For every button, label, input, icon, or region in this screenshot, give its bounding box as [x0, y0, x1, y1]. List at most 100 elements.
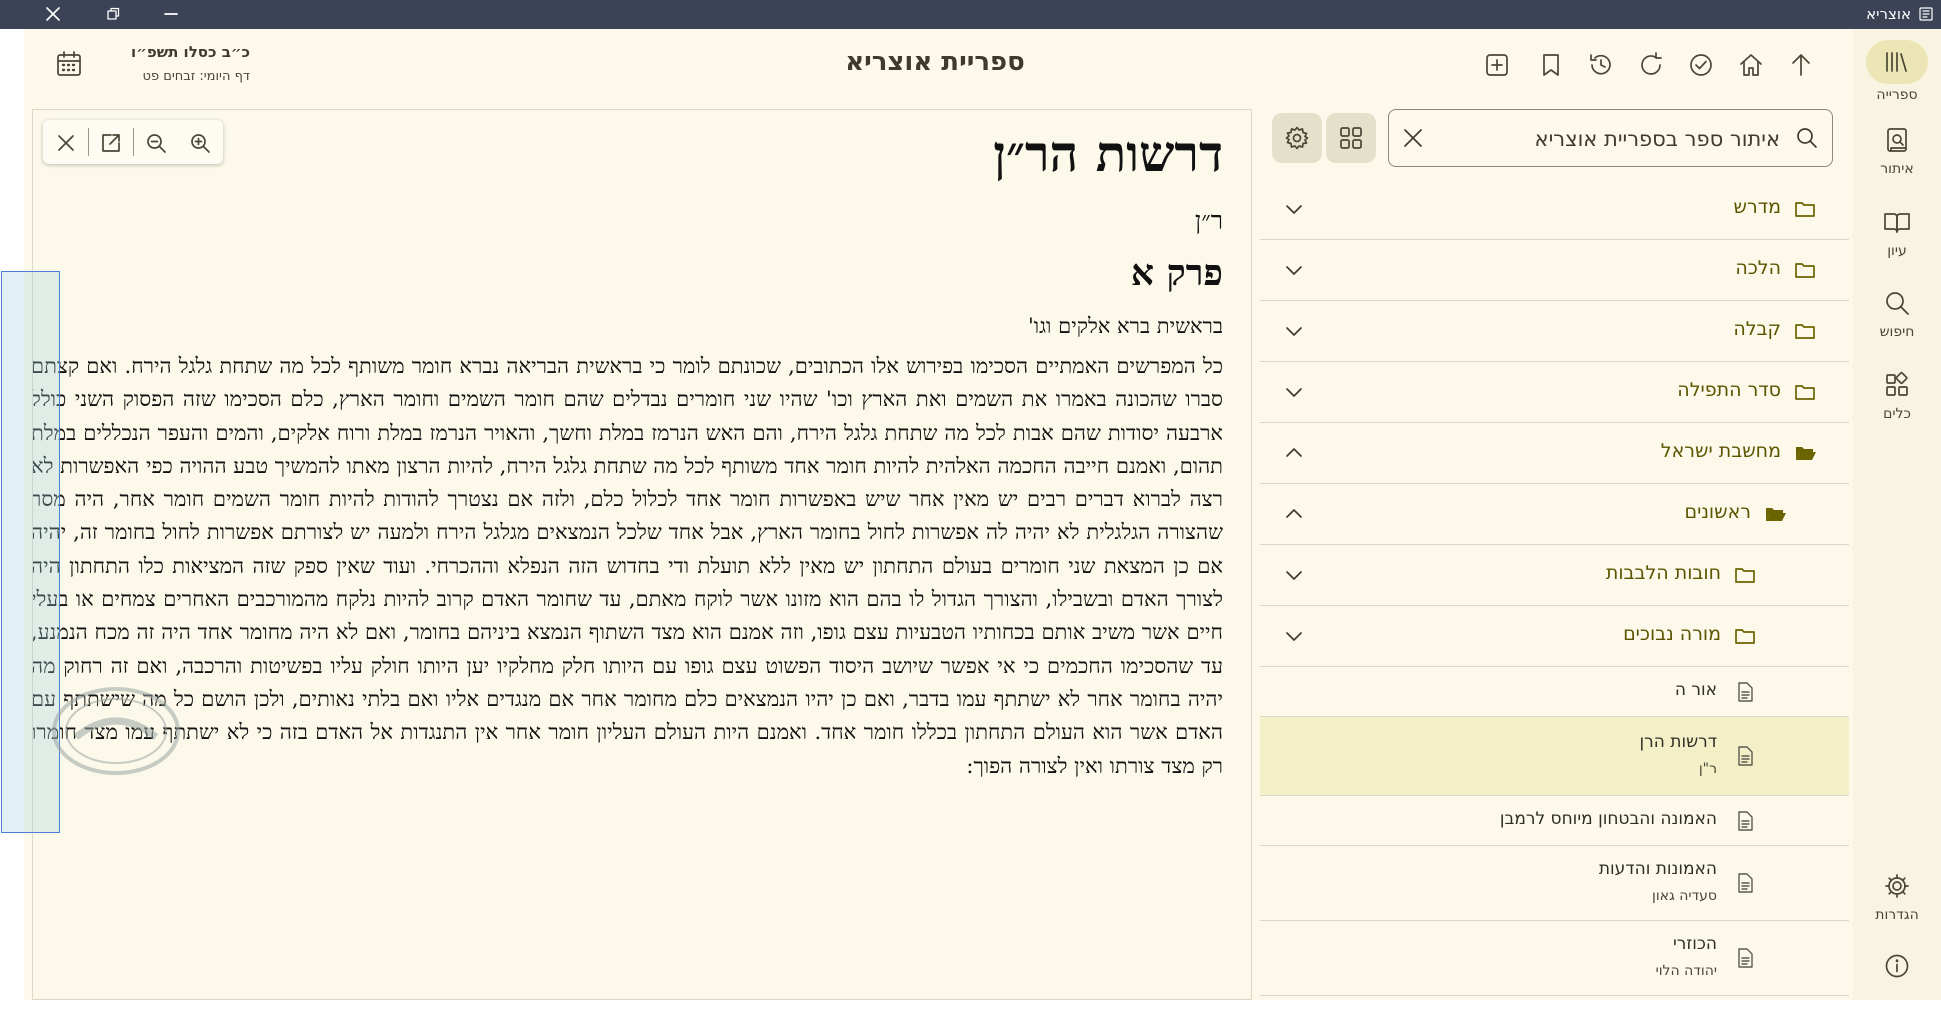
rail-label: עיון	[1887, 243, 1907, 259]
rail-label: הגדרות	[1875, 907, 1919, 923]
restore-icon[interactable]	[104, 5, 122, 23]
category-label: הלכה	[1735, 257, 1781, 279]
check-circle-icon[interactable]	[1686, 50, 1716, 80]
book-label: האמונה והבטחון מיוחס לרמבן	[1499, 809, 1717, 829]
category-kabbalah[interactable]: קבלה	[1260, 301, 1849, 362]
category-label: ראשונים	[1684, 501, 1751, 523]
category-midrash[interactable]: מדרש	[1260, 179, 1849, 240]
close-icon[interactable]	[44, 5, 62, 23]
add-tab-icon[interactable]	[1482, 50, 1512, 80]
divider	[88, 128, 89, 156]
chevron-down-icon[interactable]	[1282, 563, 1306, 587]
app-logo-icon	[1919, 7, 1933, 21]
library-search-input[interactable]	[1468, 124, 1782, 154]
category-siddur[interactable]: סדר התפילה	[1260, 362, 1849, 423]
tools-icon	[1882, 370, 1912, 400]
folder-icon	[1793, 319, 1817, 343]
document-icon	[1735, 810, 1755, 832]
book-label: הכוזרי	[1672, 934, 1717, 954]
refresh-icon[interactable]	[1636, 50, 1666, 80]
folder-icon	[1733, 563, 1757, 587]
window-title: אוצריא	[1866, 5, 1911, 23]
grid-icon	[1340, 127, 1362, 149]
book-haemunot-vehadeot[interactable]: האמונות והדעות סעדיה גאון	[1260, 846, 1849, 921]
chevron-down-icon[interactable]	[1282, 319, 1306, 343]
folder-icon	[1793, 258, 1817, 282]
page-title: ספריית אוצריא	[845, 47, 1025, 77]
book-hakuzari[interactable]: הכוזרי יהודה הלוי	[1260, 921, 1849, 996]
category-label: קבלה	[1733, 318, 1781, 340]
settings-icon	[1882, 871, 1912, 901]
find-book-icon	[1882, 125, 1912, 155]
rail-item-search[interactable]: חיפוש	[1853, 288, 1941, 340]
book-author: ר"ן	[1698, 761, 1717, 777]
rail-item-study[interactable]: עיון	[1853, 207, 1941, 259]
rail-item-about[interactable]	[1853, 953, 1941, 979]
zoom-in-icon[interactable]	[189, 132, 211, 154]
chevron-down-icon[interactable]	[1282, 258, 1306, 282]
category-moreh-nevuchim[interactable]: מורה נבוכים	[1260, 606, 1849, 667]
close-icon[interactable]	[55, 132, 77, 154]
category-label: מורה נבוכים	[1623, 623, 1721, 645]
document-icon	[1735, 681, 1755, 703]
chevron-up-icon[interactable]	[1282, 502, 1306, 526]
rail-label: ספרייה	[1876, 87, 1918, 103]
rail-label: איתור	[1880, 161, 1914, 177]
chevron-up-icon[interactable]	[1282, 441, 1306, 465]
watermark-seal	[48, 685, 184, 777]
folder-open-icon	[1793, 441, 1817, 465]
folder-icon	[1733, 624, 1757, 648]
text-paragraph: כל המפרשים האמתיים הסכימו בפירוש אלו הכת…	[32, 354, 1223, 778]
category-label: חובות הלבבות	[1605, 562, 1721, 584]
book-label: דרשות הרן	[1639, 732, 1717, 752]
category-label: מחשבת ישראל	[1660, 440, 1781, 462]
navigation-rail: ספרייה איתור עיון חיפוש כלים הגדרות	[1853, 29, 1941, 1000]
book-label: האמונות והדעות	[1598, 859, 1717, 879]
document-icon	[1735, 745, 1755, 767]
book-or-hashem[interactable]: אור ה	[1260, 667, 1849, 717]
category-halacha[interactable]: הלכה	[1260, 240, 1849, 301]
rail-item-tools[interactable]: כלים	[1853, 370, 1941, 422]
grid-view-button[interactable]	[1326, 113, 1376, 163]
reader-toolbar	[43, 120, 223, 164]
app-window: כ״ב כסלו תשפ״ו דף היומי: זבחים פט ספריית…	[24, 29, 1941, 1000]
bookmark-icon[interactable]	[1536, 50, 1566, 80]
up-arrow-icon[interactable]	[1786, 50, 1816, 80]
open-book-icon	[1882, 207, 1912, 237]
rail-item-find[interactable]: איתור	[1853, 125, 1941, 177]
verse-line: בראשית ברא אלקים וגו'	[1027, 314, 1223, 338]
rail-label: חיפוש	[1879, 324, 1915, 340]
book-author: סעדיה גאון	[1652, 888, 1717, 904]
rail-item-settings[interactable]: הגדרות	[1853, 871, 1941, 923]
zoom-out-icon[interactable]	[145, 132, 167, 154]
chevron-down-icon[interactable]	[1282, 380, 1306, 404]
search-icon	[1794, 125, 1820, 151]
category-label: סדר התפילה	[1677, 379, 1781, 401]
category-jewish-thought[interactable]: מחשבת ישראל	[1260, 423, 1849, 484]
library-settings-button[interactable]	[1272, 113, 1322, 163]
history-icon[interactable]	[1586, 50, 1616, 80]
book-derashot-haran[interactable]: דרשות הרן ר"ן	[1260, 717, 1849, 796]
category-rishonim[interactable]: ראשונים	[1260, 484, 1849, 545]
book-label: אור ה	[1674, 680, 1717, 700]
rail-active-indicator	[1866, 40, 1928, 84]
open-external-icon[interactable]	[100, 132, 122, 154]
title-bar: אוצריא	[0, 0, 1941, 29]
category-chovot-halevavot[interactable]: חובות הלבבות	[1260, 545, 1849, 606]
chevron-down-icon[interactable]	[1282, 197, 1306, 221]
folder-icon	[1793, 380, 1817, 404]
clear-search-icon[interactable]	[1401, 126, 1425, 150]
folder-icon	[1793, 197, 1817, 221]
library-icon	[1882, 47, 1912, 77]
book-title: דרשות הר״ן	[993, 124, 1223, 183]
book-author-line: ר״ן	[1194, 206, 1223, 235]
info-icon	[1884, 953, 1910, 979]
minimize-icon[interactable]	[162, 5, 180, 23]
book-haemunah-vehabitachon[interactable]: האמונה והבטחון מיוחס לרמבן	[1260, 796, 1849, 846]
home-icon[interactable]	[1736, 50, 1766, 80]
gear-icon	[1285, 126, 1309, 150]
rail-label: כלים	[1883, 406, 1911, 422]
library-search-box	[1388, 109, 1833, 167]
rail-item-library[interactable]: ספרייה	[1853, 40, 1941, 103]
chevron-down-icon[interactable]	[1282, 624, 1306, 648]
